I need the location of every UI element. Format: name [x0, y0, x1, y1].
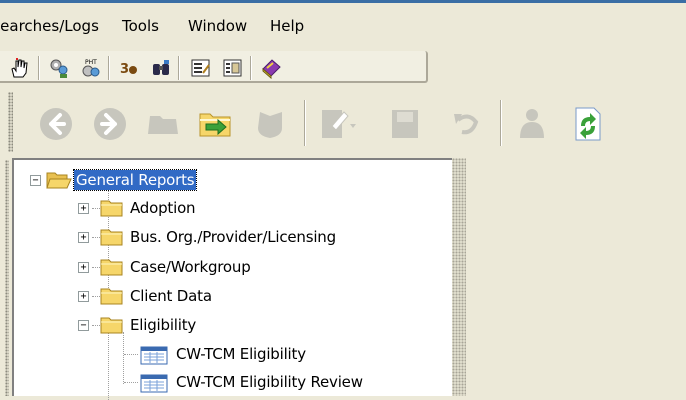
menu-tools[interactable]: Tools	[122, 17, 159, 35]
folder-icon	[100, 315, 124, 339]
binoculars-icon[interactable]	[150, 57, 172, 79]
collapse-toggle[interactable]: −	[78, 320, 89, 331]
tree-item-bus-org-provider-licensing[interactable]: + Bus. Org./Provider/Licensing	[14, 227, 444, 251]
tree-label-case-workgroup[interactable]: Case/Workgroup	[128, 257, 253, 277]
forward-arrow-icon[interactable]	[90, 104, 130, 144]
report-icon	[140, 345, 168, 369]
menu-bar: iearches/Logs Tools Window Help	[0, 3, 686, 47]
expand-toggle[interactable]: +	[78, 203, 89, 214]
tree-item-cw-tcm-eligibility-review[interactable]: CW-TCM Eligibility Review	[14, 372, 444, 396]
book-icon[interactable]	[260, 57, 282, 80]
open-folder-icon	[46, 170, 72, 194]
edit-document-icon[interactable]	[318, 104, 358, 144]
toolbar-separator	[250, 56, 252, 80]
folder-icon	[100, 257, 124, 281]
form-list-icon[interactable]	[222, 57, 244, 79]
menu-help[interactable]: Help	[270, 17, 304, 35]
toolbar-separator	[108, 56, 110, 80]
tree-label-cw-tcm-eligibility-review[interactable]: CW-TCM Eligibility Review	[174, 372, 365, 392]
panel-grip[interactable]	[5, 160, 9, 396]
tree-label-eligibility[interactable]: Eligibility	[128, 315, 198, 335]
refresh-icon[interactable]	[566, 104, 606, 144]
tree-label-bus-org[interactable]: Bus. Org./Provider/Licensing	[128, 227, 338, 247]
small-toolbar: PHT 3	[0, 47, 430, 85]
collapse-toggle[interactable]: −	[30, 175, 41, 186]
menu-window[interactable]: Window	[188, 17, 247, 35]
3d-icon[interactable]: 3	[118, 57, 140, 79]
toolbar-separator	[38, 56, 40, 80]
expand-toggle[interactable]: +	[78, 262, 89, 273]
report-icon	[140, 373, 168, 397]
undo-icon[interactable]	[446, 104, 486, 144]
tree-item-cw-tcm-eligibility[interactable]: CW-TCM Eligibility	[14, 344, 444, 368]
content-area	[466, 158, 686, 396]
tree-item-client-data[interactable]: + Client Data	[14, 286, 444, 310]
menu-searches-logs[interactable]: iearches/Logs	[0, 17, 99, 35]
toolbar-separator	[178, 56, 180, 80]
back-arrow-icon[interactable]	[36, 104, 76, 144]
pht-icon[interactable]: PHT	[80, 57, 102, 79]
tree-item-general-reports[interactable]: − General Reports	[14, 168, 444, 192]
main-toolbar	[0, 86, 686, 158]
shield-icon[interactable]	[250, 104, 290, 144]
folder-icon	[100, 227, 124, 251]
open-folder-icon[interactable]	[144, 104, 184, 144]
toolbar-grip[interactable]	[8, 92, 13, 152]
tree-label-cw-tcm-eligibility[interactable]: CW-TCM Eligibility	[174, 344, 308, 364]
person-icon[interactable]	[512, 104, 552, 144]
import-folder-icon[interactable]	[196, 104, 236, 144]
svg-text:3: 3	[120, 62, 129, 77]
expand-toggle[interactable]: +	[78, 232, 89, 243]
report-tree-panel: − General Reports + Adoption + Bus. Org.…	[12, 158, 452, 400]
save-icon[interactable]	[386, 104, 426, 144]
tree-item-eligibility[interactable]: − Eligibility	[14, 315, 444, 339]
panel-splitter[interactable]	[452, 158, 466, 396]
tree-item-case-workgroup[interactable]: + Case/Workgroup	[14, 257, 444, 281]
tree-label-client-data[interactable]: Client Data	[128, 286, 214, 306]
folder-icon	[100, 286, 124, 310]
form-edit-icon[interactable]	[190, 57, 212, 79]
gear-people-icon[interactable]	[48, 57, 70, 79]
expand-toggle[interactable]: +	[78, 291, 89, 302]
folder-icon	[100, 198, 124, 222]
toolbar-separator	[500, 100, 502, 146]
tree-label-general-reports[interactable]: General Reports	[72, 169, 198, 191]
tree-item-adoption[interactable]: + Adoption	[14, 198, 444, 222]
svg-text:PHT: PHT	[85, 59, 97, 66]
toolbar-separator	[304, 100, 306, 146]
hand-pointer-icon[interactable]	[8, 57, 30, 79]
tree-label-adoption[interactable]: Adoption	[128, 198, 197, 218]
